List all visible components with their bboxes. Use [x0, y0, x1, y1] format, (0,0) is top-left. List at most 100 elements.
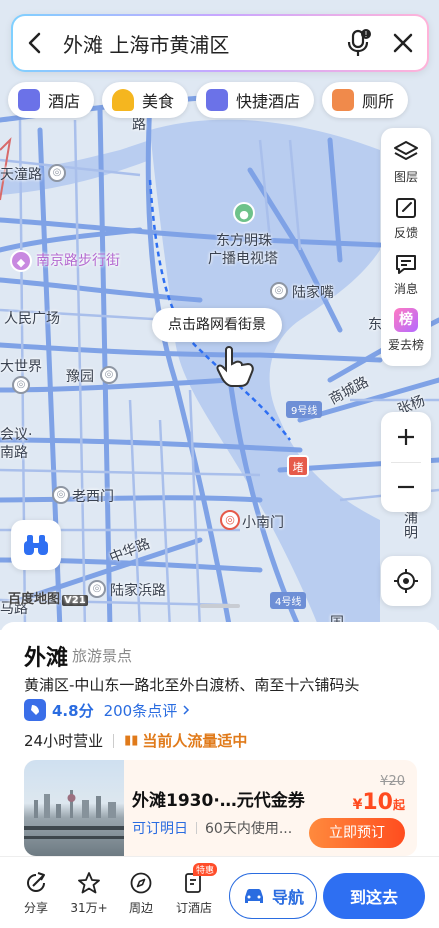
- locate-me-button[interactable]: [381, 556, 431, 606]
- nearby-button[interactable]: 周边: [118, 871, 164, 916]
- ranking-button[interactable]: 榜 爱去榜: [388, 306, 424, 362]
- streetview-tip[interactable]: 点击路网看街景: [152, 308, 282, 342]
- bottom-action-bar: 分享 31万+ 周边 特惠 订酒店 导航 到这去: [0, 856, 439, 928]
- map-label-lujiabang: 陆家浜路: [110, 583, 166, 599]
- messages-button[interactable]: 消息: [394, 250, 418, 306]
- layers-button[interactable]: 图层: [393, 138, 419, 194]
- chip-hotel[interactable]: 酒店: [8, 82, 95, 118]
- deal-note: 60天内使用...: [205, 821, 293, 837]
- traffic-jam-icon: 堵: [287, 455, 309, 477]
- compass-icon: [130, 872, 152, 894]
- metro-line-4-tag: 4号线: [270, 592, 307, 609]
- chip-label: 酒店: [48, 92, 81, 111]
- chip-food[interactable]: 美食: [102, 82, 189, 118]
- minus-icon: [398, 486, 414, 489]
- messages-label: 消息: [393, 282, 418, 296]
- sheet-drag-handle[interactable]: [200, 604, 240, 608]
- back-button[interactable]: [13, 16, 57, 70]
- binoculars-icon: [24, 535, 48, 555]
- map-label-oriental-pearl: 东方明珠: [216, 233, 272, 249]
- metro-station-icon: ◎: [48, 164, 66, 182]
- map-label-nanlu: 南路: [0, 445, 28, 461]
- rating-score: 4.8分: [52, 701, 94, 720]
- message-icon: [395, 255, 416, 274]
- feedback-button[interactable]: 反馈: [394, 194, 418, 250]
- baidu-map-logo: 百度地图 V21: [8, 588, 88, 607]
- map-label-yuyuan: 豫园: [66, 369, 94, 385]
- price-unit: 起: [392, 798, 405, 812]
- deal-bookable: 可订明日: [132, 821, 188, 837]
- favorite-count: 31万+: [70, 901, 108, 915]
- hours-row: 24小时营业 ▮▮ 当前人流量适中: [24, 730, 247, 751]
- zoom-in-button[interactable]: [381, 412, 431, 462]
- logo-version: V21: [62, 595, 88, 606]
- search-query[interactable]: 外滩 上海市黄浦区: [57, 29, 339, 58]
- map-label-lujiazui: 陆家嘴: [292, 285, 334, 301]
- metro-station-icon: ◎: [52, 486, 70, 504]
- deal-subtitle: 可订明日 60天内使用...: [132, 818, 292, 838]
- zoom-out-button[interactable]: [381, 463, 431, 513]
- plus-icon: [398, 428, 414, 445]
- toilet-icon: [332, 89, 355, 111]
- go-here-button[interactable]: 到这去: [323, 873, 425, 919]
- chip-toilet[interactable]: 厕所: [322, 82, 409, 118]
- metro-station-icon: ◎: [100, 366, 118, 384]
- shopping-street-icon: ◆: [10, 250, 32, 272]
- landmark-icon: ●: [233, 202, 255, 224]
- map-label-renmin: 人民广场: [4, 311, 60, 327]
- opening-hours: 24小时营业: [24, 732, 104, 750]
- streetview-button[interactable]: [11, 520, 61, 570]
- deal-original-price: ¥20: [380, 774, 405, 789]
- rating-row[interactable]: 4.8分 200条点评: [24, 698, 191, 722]
- navigate-button[interactable]: 导航: [229, 873, 317, 919]
- share-button[interactable]: 分享: [13, 871, 59, 916]
- metro-station-icon: ◎: [12, 376, 30, 394]
- hotel-icon: [206, 89, 229, 111]
- close-icon: [393, 33, 413, 53]
- map-label-nanjing-road: 南京路步行街: [36, 253, 120, 269]
- voice-search-button[interactable]: !: [339, 16, 379, 70]
- map-label-laoximen: 老西门: [72, 489, 114, 505]
- share-label: 分享: [23, 901, 48, 915]
- chip-label: 美食: [142, 92, 175, 111]
- svg-text:!: !: [364, 30, 367, 39]
- book-now-button[interactable]: 立即预订: [309, 818, 405, 848]
- map-label-huiyi: 会议·: [0, 427, 33, 443]
- price-currency: ¥: [352, 797, 363, 813]
- divider: [113, 733, 115, 748]
- layers-label: 图层: [393, 170, 418, 184]
- map-tools-panel: 图层 反馈 消息 榜 爱去榜: [381, 128, 431, 366]
- edit-icon: [395, 198, 416, 218]
- book-hotel-button[interactable]: 特惠 订酒店: [171, 863, 217, 916]
- metro-station-icon: ◎: [88, 580, 106, 598]
- map-label-oriental-pearl-2: 广播电视塔: [208, 251, 278, 267]
- map-label-tiantong: 天潼路: [0, 167, 42, 183]
- rating-icon: [24, 699, 46, 721]
- chevron-left-icon: [28, 32, 41, 54]
- clear-search-button[interactable]: [379, 16, 427, 70]
- deal-card[interactable]: 外滩1930·…元代金券 可订明日 60天内使用... ¥20 ¥10起 立即预…: [24, 760, 417, 856]
- divider: [196, 822, 197, 834]
- navigate-label: 导航: [271, 888, 304, 907]
- review-count-link[interactable]: 200条点评: [104, 700, 178, 721]
- category-chips: 酒店 美食 快捷酒店 厕所: [8, 82, 409, 118]
- share-icon: [27, 872, 45, 892]
- map-label-xiaonanmen: 小南门: [242, 515, 284, 531]
- deal-price: ¥10起: [353, 790, 405, 815]
- favorite-button[interactable]: 31万+: [66, 871, 112, 916]
- map-label-dong: 东: [368, 317, 382, 333]
- logo-text: 百度地图: [8, 592, 61, 607]
- nearby-label: 周边: [128, 901, 153, 915]
- metro-line-9-tag: 9号线: [286, 401, 323, 418]
- place-name: 外滩: [24, 646, 69, 671]
- place-type: 旅游景点: [72, 647, 133, 665]
- zoom-control: [381, 412, 431, 512]
- search-bar[interactable]: 外滩 上海市黄浦区 !: [11, 14, 429, 72]
- price-value: 10: [362, 790, 393, 815]
- metro-station-icon: ◎: [220, 510, 240, 530]
- chip-budget-hotel[interactable]: 快捷酒店: [196, 82, 315, 118]
- book-hotel-label: 订酒店: [175, 901, 212, 915]
- layers-icon: [394, 141, 418, 160]
- place-address: 黄浦区-中山东一路北至外白渡桥、南至十六铺码头: [24, 676, 360, 694]
- map-label-dashijie: 大世界: [0, 359, 42, 375]
